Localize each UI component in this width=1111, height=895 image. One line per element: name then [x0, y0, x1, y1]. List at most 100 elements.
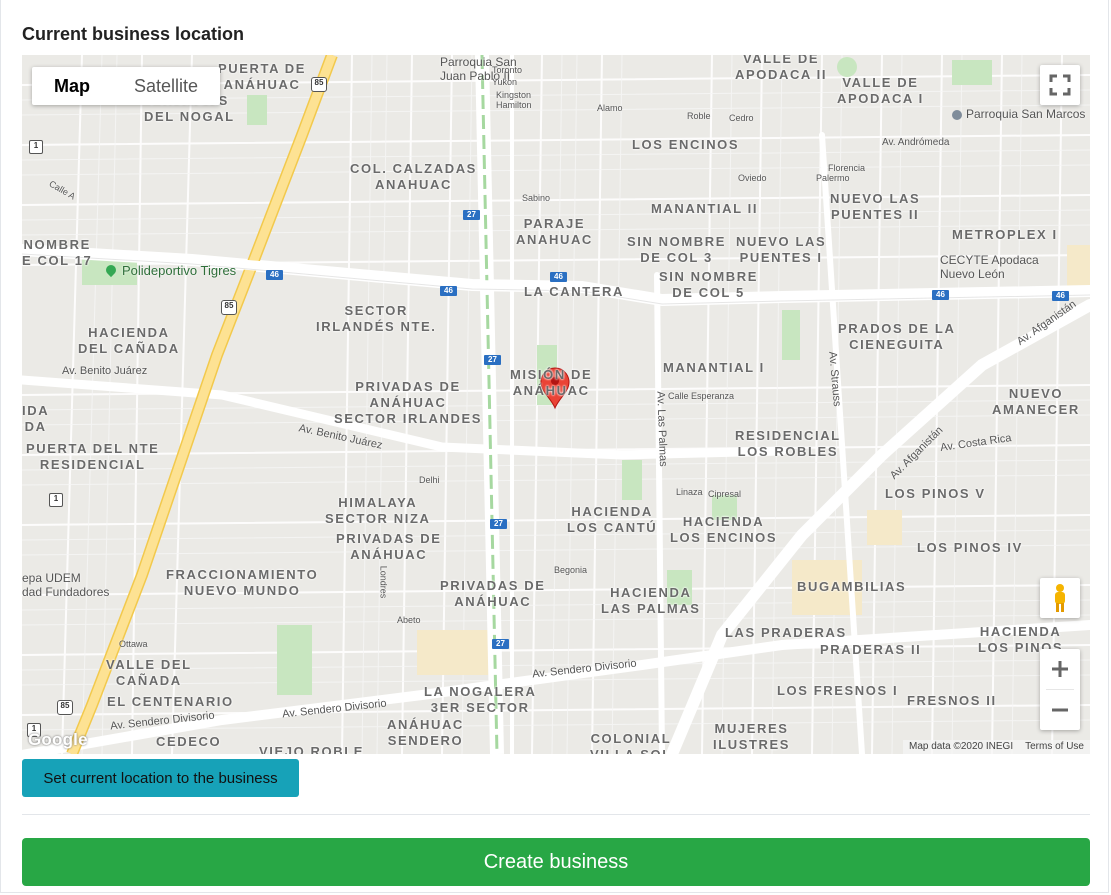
zoom-control: [1040, 649, 1080, 730]
street-label: Av. Andrómeda: [882, 137, 950, 148]
area-label: HACIENDA LOS CANTÚ: [567, 504, 658, 535]
area-label: COLONIALVILLA SOL: [590, 731, 672, 754]
street-label: Sabino: [522, 193, 551, 203]
area-label: VIEJO ROBLE: [259, 744, 365, 754]
highway-shield-27: 27: [463, 210, 480, 220]
highway-shield-27: 27: [490, 519, 507, 529]
area-label: SIN NOMBRE DE COL 5: [659, 269, 759, 300]
area-label: PRIVADAS DE ANÁHUAC SECTOR IRLANDES: [334, 379, 482, 426]
street-label: Begonia: [554, 565, 588, 575]
area-label: VALLE DE APODACA I: [837, 75, 924, 106]
area-label: PARAJE ANAHUAC: [516, 216, 593, 247]
area-label: HACIENDA LOS ENCINOS: [670, 514, 778, 545]
create-business-button[interactable]: Create business: [22, 838, 1090, 886]
street-label: Palermo: [816, 173, 850, 183]
street-label: Hamilton: [496, 100, 532, 110]
street-label: Yukon: [492, 77, 518, 87]
highway-shield-27: 27: [492, 639, 509, 649]
map-view[interactable]: 85 85 85 27 27 27 27 27 46 46 46 46 46 1…: [22, 55, 1090, 754]
street-label: Londres: [378, 565, 389, 599]
area-label: FRACCIONAMIENTO NUEVO MUNDO: [166, 567, 319, 598]
area-label: BUGAMBILIAS: [797, 579, 907, 594]
area-label: NOMBRE E COL 17: [22, 237, 93, 268]
street-label: Alamo: [597, 103, 623, 113]
street-view-pegman[interactable]: [1040, 578, 1080, 618]
area-label: RESIDENCIAL LOS ROBLES: [735, 428, 841, 459]
area-label: ANÁHUAC SENDERO: [387, 717, 464, 748]
map-type-control: Map Satellite: [32, 67, 221, 105]
area-label: LOS FRESNOS I: [777, 683, 899, 698]
minus-icon: [1052, 708, 1068, 712]
street-label: Oviedo: [738, 173, 767, 183]
area-label: LAS PRADERAS: [725, 625, 847, 640]
plus-icon: [1052, 661, 1068, 677]
area-label: NUEVO LAS PUENTES II: [830, 191, 921, 222]
street-label: Kingston: [496, 90, 532, 100]
pegman-icon: [1055, 584, 1065, 612]
poi-cecyte[interactable]: CECYTE Apodaca Nuevo León: [940, 253, 1039, 281]
park-pin-icon: [103, 262, 119, 278]
area-label: PRADOS DE LA CIENEGUITA: [838, 321, 956, 352]
street-label: Roble: [687, 111, 711, 121]
map-type-satellite-button[interactable]: Satellite: [112, 67, 220, 105]
area-label: SECTOR IRLANDÉS NTE.: [316, 303, 437, 334]
area-label: CEDECO: [156, 734, 222, 749]
highway-shield-27: 27: [484, 355, 501, 365]
fullscreen-icon: [1049, 74, 1071, 96]
area-label: LOS ENCINOS: [632, 137, 740, 152]
terms-of-use-link[interactable]: Terms of Use: [1025, 740, 1084, 754]
area-label: PRADERAS II: [820, 642, 922, 657]
map-base: [22, 55, 1090, 754]
highway-shield-85: 85: [221, 300, 237, 315]
map-attribution: Map data ©2020 INEGI Terms of Use: [903, 740, 1090, 754]
google-logo: Google: [28, 730, 88, 749]
highway-shield-46: 46: [440, 286, 457, 296]
street-label: Delhi: [419, 475, 440, 485]
street-label: Av. Benito Juárez: [62, 365, 148, 377]
zoom-in-button[interactable]: [1040, 649, 1080, 689]
highway-shield-85: 85: [57, 700, 73, 715]
area-label: LOS PINOS IV: [917, 540, 1023, 555]
set-current-location-button[interactable]: Set current location to the business: [22, 759, 299, 797]
street-label: Cipresal: [708, 489, 742, 499]
area-label: HIMALAYA SECTOR NIZA: [325, 495, 431, 526]
section-title: Current business location: [22, 24, 245, 44]
area-label: FRESNOS II: [907, 693, 997, 708]
area-label: PRIVADAS DE ANÁHUAC: [440, 578, 546, 609]
highway-shield-46: 46: [550, 272, 567, 282]
street-label: Cedro: [729, 113, 754, 123]
street-label: Florencia: [828, 163, 866, 173]
street-label: Ottawa: [119, 639, 148, 649]
highway-shield-1: 1: [29, 140, 43, 154]
zoom-out-button[interactable]: [1040, 690, 1080, 730]
highway-shield-46: 46: [932, 290, 949, 300]
area-label: COL. CALZADAS ANAHUAC: [350, 161, 477, 192]
area-label: SIN NOMBRE DE COL 3: [627, 234, 727, 265]
area-label: HACIENDA LAS PALMAS: [601, 585, 701, 616]
highway-shield-46: 46: [1052, 291, 1069, 301]
area-label: METROPLEX I: [952, 227, 1058, 242]
area-label: NUEVO AMANECER: [992, 386, 1080, 417]
area-label: PUERTA DE ANÁHUAC: [218, 61, 307, 92]
area-label: LA NOGALERA 3ER SECTOR: [424, 684, 537, 715]
area-label: NUEVO LAS PUENTES I: [736, 234, 827, 265]
map-data-credit: Map data ©2020 INEGI: [909, 741, 1014, 752]
area-label: PRIVADAS DE ANÁHUAC: [336, 531, 442, 562]
fullscreen-button[interactable]: [1040, 65, 1080, 105]
poi-polideportivo[interactable]: Polideportivo Tigres: [103, 262, 236, 278]
area-label: MUJERES ILUSTRES: [713, 721, 791, 752]
area-label: PUERTA DEL NTE RESIDENCIAL: [26, 441, 160, 472]
area-label: VALLE DE APODACA II: [735, 55, 828, 82]
area-label: MISIÓN DE ANÁHUAC: [510, 367, 593, 398]
church-icon: [952, 109, 962, 120]
map-type-map-button[interactable]: Map: [32, 67, 112, 105]
highway-shield-1: 1: [49, 493, 63, 507]
area-label: VALLE DEL CAÑADA: [106, 657, 192, 688]
area-label: MANANTIAL II: [651, 201, 759, 216]
street-label: Linaza: [676, 487, 703, 497]
poi-parroquia-san-marcos[interactable]: Parroquia San Marcos: [952, 107, 1085, 121]
area-label: MANANTIAL I: [663, 360, 765, 375]
area-label: HACIENDA DEL CAÑADA: [78, 325, 180, 356]
poi-udem[interactable]: epa UDEM dad Fundadores: [22, 571, 109, 599]
divider: [22, 814, 1090, 815]
